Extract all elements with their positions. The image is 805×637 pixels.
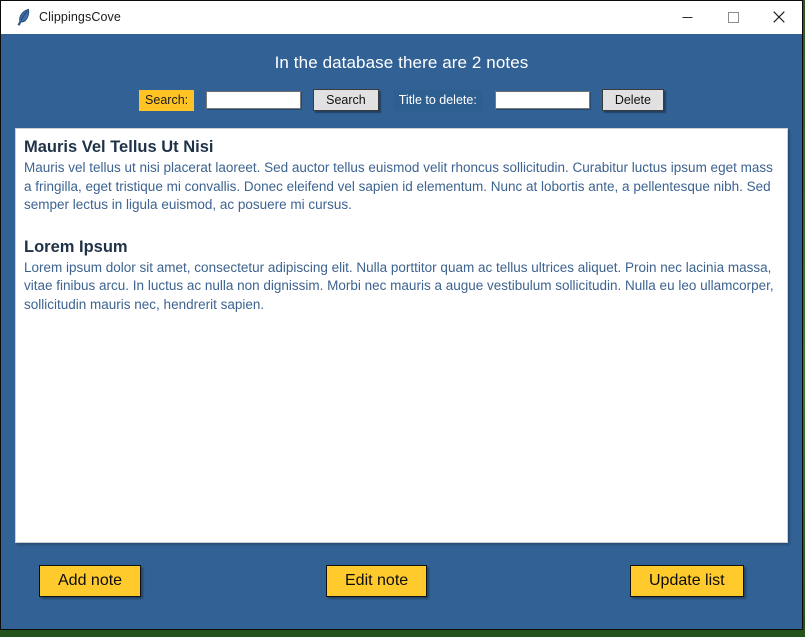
- edit-note-button[interactable]: Edit note: [326, 564, 428, 597]
- title-to-delete-label: Title to delete:: [392, 89, 483, 111]
- window-title: ClippingsCove: [39, 10, 121, 24]
- note-title: Lorem Ipsum: [24, 237, 128, 256]
- search-label: Search:: [139, 89, 195, 111]
- note-title: Mauris Vel Tellus Ut Nisi: [24, 138, 214, 156]
- feather-quill-icon: [9, 8, 37, 26]
- delete-button[interactable]: Delete: [601, 89, 664, 111]
- update-list-button[interactable]: Update list: [630, 564, 744, 597]
- add-note-button[interactable]: Add note: [39, 564, 142, 597]
- note-body: Lorem ipsum dolor sit amet, consectetur …: [24, 259, 774, 312]
- maximize-icon[interactable]: [710, 1, 756, 33]
- client-area: In the database there are 2 notes Search…: [1, 34, 802, 629]
- title-bar: ClippingsCove: [1, 1, 802, 34]
- minimize-icon[interactable]: [664, 1, 710, 33]
- note-body: Mauris vel tellus ut nisi placerat laore…: [24, 160, 773, 212]
- toolbar: Search: Search Title to delete: Delete: [1, 89, 802, 111]
- page-title: In the database there are 2 notes: [274, 53, 529, 72]
- notes-panel[interactable]: Mauris Vel Tellus Ut Nisi Mauris vel tel…: [15, 128, 788, 543]
- window-controls: [664, 1, 802, 33]
- note-item: Lorem Ipsum Lorem ipsum dolor sit amet, …: [24, 237, 777, 315]
- title-to-delete-input[interactable]: [494, 91, 590, 109]
- close-icon[interactable]: [756, 1, 802, 33]
- search-button[interactable]: Search: [313, 89, 379, 111]
- note-item: Mauris Vel Tellus Ut Nisi Mauris vel tel…: [24, 137, 777, 215]
- search-input[interactable]: [206, 91, 302, 109]
- action-bar: Add note Edit note Update list: [15, 543, 788, 618]
- application-window: ClippingsCove In the database there are …: [0, 0, 803, 630]
